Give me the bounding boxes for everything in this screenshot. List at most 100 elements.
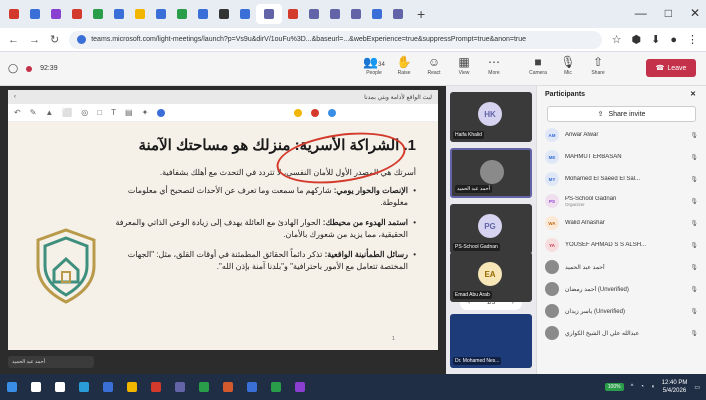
participant-row[interactable]: AM Anwar Alwar 🎙 — [537, 124, 706, 146]
back-button[interactable]: ← — [8, 34, 19, 46]
participant-row[interactable]: ياسر زيدان (Unverified) 🎙 — [537, 300, 706, 322]
teams-icon[interactable] — [168, 374, 192, 400]
participant-row[interactable]: YA YOUSEF AHMAD S S ALSH... 🎙 — [537, 234, 706, 256]
color-red-swatch[interactable] — [311, 108, 320, 117]
tray-overflow-icon[interactable]: ^ — [631, 384, 634, 390]
undo-icon[interactable]: ↶ — [14, 108, 21, 117]
browser-tab[interactable] — [304, 4, 324, 24]
camera-button[interactable]: ■ Camera — [526, 54, 550, 76]
search-icon[interactable] — [24, 374, 48, 400]
view-button[interactable]: ▦ View — [452, 54, 476, 76]
video-tile[interactable]: أحمد عبد الحميد — [450, 148, 532, 198]
browser-tab[interactable] — [367, 4, 387, 24]
powerpoint-icon[interactable] — [216, 374, 240, 400]
files-icon[interactable] — [120, 374, 144, 400]
new-tab-button[interactable]: + — [417, 6, 425, 22]
video-tile[interactable]: Dr. Mohamed Nes... — [450, 314, 532, 368]
volume-icon[interactable]: ◖ — [651, 384, 655, 390]
browser-tab[interactable] — [193, 4, 213, 24]
browser-tab[interactable] — [130, 4, 150, 24]
people-button[interactable]: 👥34 People — [362, 54, 386, 76]
chrome-icon[interactable] — [144, 374, 168, 400]
raise-button[interactable]: ✋ Raise — [392, 54, 416, 76]
browser-tab[interactable] — [109, 4, 129, 24]
browser-tab[interactable] — [346, 4, 366, 24]
video-tile[interactable]: EA Emad Abu Arab — [450, 252, 532, 302]
store-icon[interactable] — [96, 374, 120, 400]
notifications-icon[interactable]: ▭ — [694, 384, 700, 391]
browser-tab[interactable] — [283, 4, 303, 24]
marker-icon[interactable]: ▲ — [45, 108, 53, 117]
close-panel-icon[interactable]: ✕ — [690, 90, 696, 98]
text-icon[interactable]: T — [111, 108, 116, 117]
browser-tab[interactable] — [235, 4, 255, 24]
participant-row[interactable]: عبدالله علي ال الشيخ الكواري 🎙 — [537, 322, 706, 344]
pen-icon[interactable]: ✎ — [30, 108, 37, 117]
browser-tab[interactable] — [151, 4, 171, 24]
url-field[interactable]: teams.microsoft.com/light-meetings/launc… — [69, 30, 602, 49]
app-glyph — [31, 382, 41, 392]
participant-name: Anwar Alwar — [565, 132, 686, 138]
participant-row[interactable]: WA Walid Alnashar 🎙 — [537, 212, 706, 234]
video-tile[interactable]: PG PS-School Gadnan — [450, 204, 532, 254]
participant-row[interactable]: ME MAHMUT ERBASAN 🎙 — [537, 146, 706, 168]
participant-row[interactable]: MY Mohamed El Saeed El Sal... 🎙 — [537, 168, 706, 190]
app-glyph — [295, 382, 305, 392]
downloads-icon[interactable]: ⬇ — [651, 33, 660, 46]
profile-icon[interactable]: ● — [670, 34, 677, 46]
color-blue-swatch[interactable] — [157, 108, 166, 117]
share-button[interactable]: ⇧ Share — [586, 54, 610, 76]
browser-tab[interactable] — [172, 4, 192, 24]
mic-muted-icon: 🎙 — [690, 220, 698, 227]
minimize-button[interactable]: — — [635, 6, 647, 20]
participant-row[interactable]: PS PS-School Gadnan Organizer 🎙 — [537, 190, 706, 212]
close-window-button[interactable]: ✕ — [690, 6, 700, 20]
participant-name: ياسر زيدان (Unverified) — [565, 308, 686, 315]
word-icon[interactable] — [240, 374, 264, 400]
tab-favicon-icon — [9, 9, 19, 19]
browser-tab[interactable] — [388, 4, 408, 24]
leave-label: Leave — [667, 64, 687, 72]
clock[interactable]: 12:40 PM 5/4/2026 — [662, 379, 688, 395]
browser-tab[interactable] — [88, 4, 108, 24]
site-info-icon[interactable] — [77, 35, 87, 44]
participant-row[interactable]: أحمد رمضان (Unverified) 🎙 — [537, 278, 706, 300]
browser-tab[interactable] — [25, 4, 45, 24]
shape-icon[interactable]: □ — [97, 108, 102, 117]
react-button[interactable]: ☺ React — [422, 54, 446, 76]
app-glyph — [199, 382, 209, 392]
browser-tab[interactable] — [256, 4, 282, 24]
participant-row[interactable]: أحمد عبد الحميد 🎙 — [537, 256, 706, 278]
browser-tab[interactable] — [46, 4, 66, 24]
wifi-icon[interactable]: ◔ — [640, 384, 644, 390]
edge-icon[interactable] — [72, 374, 96, 400]
browser-tab[interactable] — [325, 4, 345, 24]
eraser-icon[interactable]: ⬜ — [62, 108, 72, 117]
leave-button[interactable]: ☎ Leave — [646, 59, 696, 77]
app2-icon[interactable] — [288, 374, 312, 400]
color-blue2-swatch[interactable] — [328, 108, 337, 117]
extensions-icon[interactable]: ⬢ — [632, 33, 642, 46]
browser-tab[interactable] — [67, 4, 87, 24]
lasso-icon[interactable]: ◎ — [81, 108, 88, 117]
forward-button[interactable]: → — [29, 34, 40, 46]
windows-icon[interactable] — [0, 374, 24, 400]
app-glyph — [127, 382, 137, 392]
reload-button[interactable]: ↻ — [50, 33, 59, 46]
laser-icon[interactable]: ✦ — [142, 108, 149, 117]
video-tile[interactable]: HK Haifa Khalid — [450, 92, 532, 142]
more-button[interactable]: ⋯ More — [482, 54, 506, 76]
browser-tab[interactable] — [4, 4, 24, 24]
app-icon[interactable] — [192, 374, 216, 400]
share-invite-button[interactable]: ⇪ Share invite — [547, 106, 696, 122]
share-back-icon[interactable]: ‹ — [14, 94, 16, 100]
excel-icon[interactable] — [264, 374, 288, 400]
mic-button[interactable]: 🎙 Mic — [556, 54, 580, 76]
browser-tab[interactable] — [214, 4, 234, 24]
sticky-icon[interactable]: ▤ — [125, 108, 133, 117]
bookmark-star-icon[interactable]: ☆ — [612, 33, 622, 46]
task-view-icon[interactable] — [48, 374, 72, 400]
color-yellow-swatch[interactable] — [294, 108, 303, 117]
browser-menu-icon[interactable]: ⋮ — [687, 33, 698, 46]
maximize-button[interactable]: □ — [665, 6, 672, 20]
